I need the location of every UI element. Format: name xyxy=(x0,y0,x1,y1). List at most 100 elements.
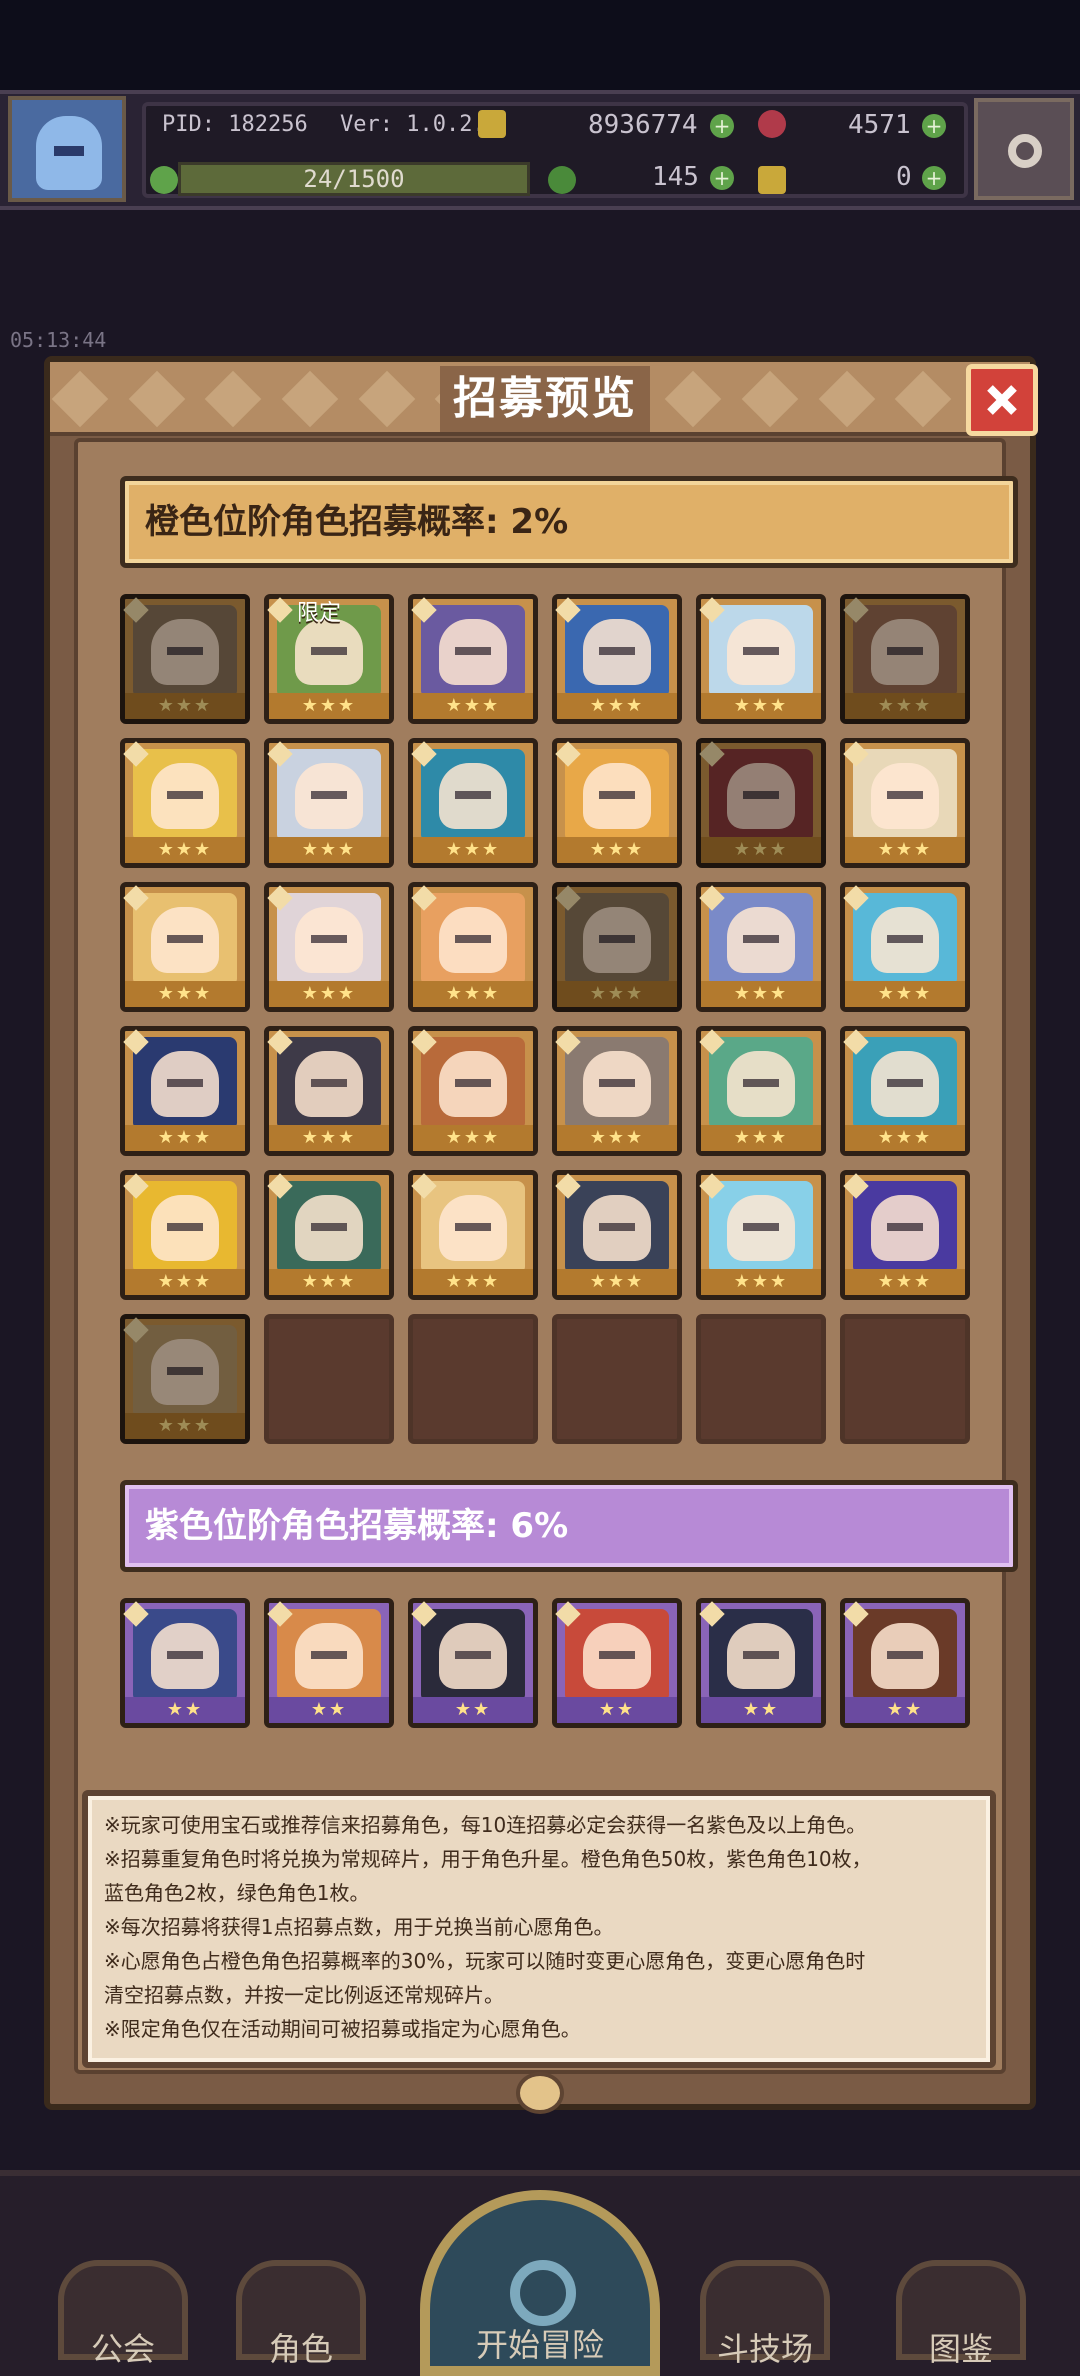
rarity-stars: ★★ xyxy=(845,1697,965,1723)
nav-codex[interactable]: 图鉴 xyxy=(886,2180,1036,2376)
empty-slot xyxy=(552,1314,682,1444)
purple-character-card[interactable]: ★★ xyxy=(696,1598,826,1728)
orange-character-card[interactable]: ★★★ xyxy=(696,1026,826,1156)
purple-character-card[interactable]: ★★ xyxy=(408,1598,538,1728)
rarity-stars: ★★★ xyxy=(845,837,965,863)
rarity-stars: ★★★ xyxy=(125,693,245,719)
orange-character-card[interactable]: ★★★ xyxy=(552,1170,682,1300)
orange-character-card[interactable]: ★★★ xyxy=(552,1026,682,1156)
character-portrait xyxy=(133,893,237,983)
recruit-rules-box: ※玩家可使用宝石或推荐信来招募角色，每10连招募必定会获得一名紫色及以上角色。 … xyxy=(82,1790,996,2068)
rarity-stars: ★★★ xyxy=(557,693,677,719)
orange-character-card[interactable]: ★★★ xyxy=(264,1026,394,1156)
orange-rate-banner: 橙色位阶角色招募概率: 2% xyxy=(120,476,1018,568)
clover-icon xyxy=(548,166,576,194)
orange-character-card[interactable]: ★★★ 限定 xyxy=(264,594,394,724)
character-portrait xyxy=(277,749,381,839)
orange-character-card[interactable]: ★★★ xyxy=(552,882,682,1012)
orange-character-card[interactable]: ★★★ xyxy=(840,882,970,1012)
orange-character-card[interactable]: ★★★ xyxy=(120,1026,250,1156)
orange-character-card[interactable]: ★★★ xyxy=(408,738,538,868)
orange-character-card[interactable]: ★★★ xyxy=(408,882,538,1012)
orange-character-card[interactable]: ★★★ xyxy=(696,882,826,1012)
character-portrait xyxy=(853,749,957,839)
rule-line-1: ※玩家可使用宝石或推荐信来招募角色，每10连招募必定会获得一名紫色及以上角色。 xyxy=(104,1813,867,1837)
rarity-stars: ★★ xyxy=(269,1697,389,1723)
nav-guild[interactable]: 公会 xyxy=(48,2180,198,2376)
orange-character-card[interactable]: ★★★ xyxy=(840,1170,970,1300)
add-gold-icon[interactable]: + xyxy=(710,114,734,138)
settings-button[interactable] xyxy=(974,98,1074,200)
orange-character-card[interactable]: ★★★ xyxy=(120,1314,250,1444)
orange-character-card[interactable]: ★★★ xyxy=(264,1170,394,1300)
character-portrait xyxy=(421,605,525,695)
add-fragment-icon[interactable]: + xyxy=(922,166,946,190)
character-portrait xyxy=(421,1609,525,1699)
close-button[interactable] xyxy=(966,364,1038,436)
rule-line-3: 蓝色角色2枚，绿色角色1枚。 xyxy=(104,1881,370,1905)
add-clover-icon[interactable]: + xyxy=(710,166,734,190)
orange-character-card[interactable]: ★★★ xyxy=(408,1170,538,1300)
add-gem-icon[interactable]: + xyxy=(922,114,946,138)
rarity-stars: ★★★ xyxy=(557,1269,677,1295)
clover-amount: 145 xyxy=(652,162,699,192)
orange-character-card[interactable]: ★★★ xyxy=(840,738,970,868)
heart-ornament-icon xyxy=(516,2072,564,2114)
character-portrait xyxy=(133,1037,237,1127)
orange-character-card[interactable]: ★★★ xyxy=(408,1026,538,1156)
nav-codex-label: 图鉴 xyxy=(928,2330,993,2368)
purple-character-card[interactable]: ★★ xyxy=(120,1598,250,1728)
rule-line-2: ※招募重复角色时将兑换为常规碎片，用于角色升星。橙色角色50枚，紫色角色10枚， xyxy=(104,1847,872,1871)
orange-character-card[interactable]: ★★★ xyxy=(120,738,250,868)
empty-slot xyxy=(264,1314,394,1444)
character-portrait xyxy=(853,1037,957,1127)
gear-icon xyxy=(1008,134,1042,168)
rarity-stars: ★★★ xyxy=(701,981,821,1007)
event-timer: 05:13:44 xyxy=(10,328,107,352)
character-portrait xyxy=(277,1609,381,1699)
player-avatar[interactable] xyxy=(8,96,126,202)
orange-character-card[interactable]: ★★★ xyxy=(264,738,394,868)
avatar-face-icon xyxy=(36,116,102,190)
player-id: PID: 182256 xyxy=(162,112,308,137)
fragment-amount: 0 xyxy=(896,162,912,192)
character-portrait xyxy=(709,605,813,695)
rarity-stars: ★★★ xyxy=(701,1269,821,1295)
rarity-stars: ★★★ xyxy=(413,693,533,719)
rarity-stars: ★★★ xyxy=(557,837,677,863)
game-version: Ver: 1.0.2.5 xyxy=(340,112,499,137)
orange-character-card[interactable]: ★★★ xyxy=(696,738,826,868)
rule-line-7: ※限定角色仅在活动期间可被招募或指定为心愿角色。 xyxy=(104,2017,581,2041)
rule-line-5: ※心愿角色占橙色角色招募概率的30%，玩家可以随时变更心愿角色，变更心愿角色时 xyxy=(104,1949,866,1973)
orange-character-card[interactable]: ★★★ xyxy=(840,1026,970,1156)
rule-line-6: 清空招募点数，并按一定比例返还常规碎片。 xyxy=(104,1983,504,2007)
orange-character-card[interactable]: ★★★ xyxy=(552,594,682,724)
rarity-stars: ★★★ xyxy=(269,1125,389,1151)
purple-character-card[interactable]: ★★ xyxy=(840,1598,970,1728)
rarity-stars: ★★★ xyxy=(701,837,821,863)
gold-coin-icon xyxy=(478,110,506,138)
orange-character-card[interactable]: ★★★ xyxy=(264,882,394,1012)
orange-character-card[interactable]: ★★★ xyxy=(120,1170,250,1300)
orange-character-card[interactable]: ★★★ xyxy=(840,594,970,724)
orange-character-card[interactable]: ★★★ xyxy=(696,594,826,724)
purple-character-card[interactable]: ★★ xyxy=(264,1598,394,1728)
rarity-stars: ★★★ xyxy=(269,693,389,719)
rarity-stars: ★★ xyxy=(701,1697,821,1723)
orange-character-card[interactable]: ★★★ xyxy=(120,594,250,724)
orange-character-card[interactable]: ★★★ xyxy=(120,882,250,1012)
rarity-stars: ★★★ xyxy=(269,837,389,863)
rarity-stars: ★★★ xyxy=(701,1125,821,1151)
character-portrait xyxy=(709,749,813,839)
gem-amount: 4571 xyxy=(848,110,911,140)
nav-arena[interactable]: 斗技场 xyxy=(690,2180,840,2376)
purple-character-card[interactable]: ★★ xyxy=(552,1598,682,1728)
character-portrait xyxy=(565,605,669,695)
nav-characters[interactable]: 角色 xyxy=(226,2180,376,2376)
orange-character-card[interactable]: ★★★ xyxy=(552,738,682,868)
orange-character-card[interactable]: ★★★ xyxy=(408,594,538,724)
orange-character-card[interactable]: ★★★ xyxy=(696,1170,826,1300)
rarity-stars: ★★★ xyxy=(269,981,389,1007)
character-portrait xyxy=(133,1609,237,1699)
rarity-stars: ★★★ xyxy=(125,1269,245,1295)
